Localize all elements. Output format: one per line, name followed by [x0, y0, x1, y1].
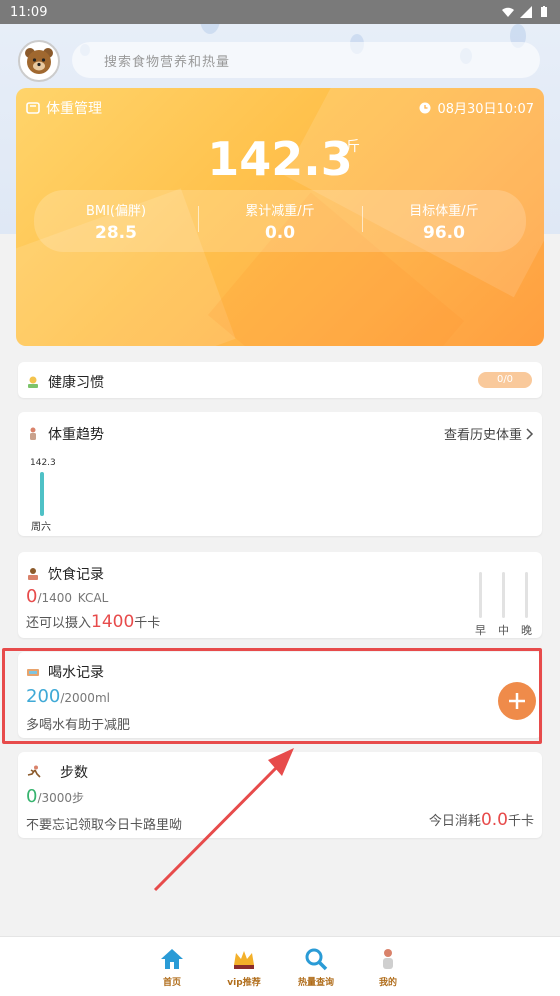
- search-input[interactable]: 搜索食物营养和热量: [72, 42, 540, 78]
- chevron-right-icon: [526, 427, 534, 440]
- search-icon: [305, 948, 328, 971]
- steps-total: /3000步: [37, 791, 85, 805]
- weight-card-title-text: 体重管理: [46, 101, 102, 117]
- diet-unit: KCAL: [77, 591, 109, 605]
- stat-target-label: 目标体重/斤: [409, 203, 479, 219]
- status-icons: [502, 6, 550, 18]
- trend-point-value: 142.3: [30, 458, 56, 468]
- habit-progress-pill: 0/0: [478, 372, 532, 388]
- diet-remaining: 还可以摄入1400千卡: [26, 612, 160, 632]
- weight-card-title: 体重管理: [26, 98, 102, 118]
- view-history-link[interactable]: 查看历史体重: [444, 424, 534, 443]
- stat-bmi: BMI(偏胖) 28.5: [34, 200, 198, 243]
- bear-avatar-icon: [25, 48, 53, 74]
- meal-breakfast[interactable]: 早: [475, 572, 486, 638]
- nav-profile-label: 我的: [378, 978, 397, 988]
- steps-burn-prefix: 今日消耗: [428, 814, 481, 829]
- profile-icon: [383, 949, 393, 969]
- status-bar: 11:09: [0, 0, 560, 24]
- diet-icon: [28, 568, 38, 580]
- diet-record-title-text: 饮食记录: [48, 567, 104, 583]
- weight-card-datetime-text: 08月30日10:07: [437, 102, 534, 117]
- steps-title: 步数: [26, 762, 88, 782]
- meal-lunch[interactable]: 中: [498, 572, 509, 638]
- meal-breakfast-label: 早: [475, 624, 486, 637]
- nav-vip-label: vip推荐: [227, 978, 261, 988]
- view-history-link-text: 查看历史体重: [443, 428, 522, 443]
- weight-trend-card[interactable]: 体重趋势 查看历史体重 142.3 周六: [18, 412, 542, 536]
- water-total: /2000ml: [60, 691, 110, 705]
- water-record-title: 喝水记录: [26, 662, 104, 682]
- diet-remaining-prefix: 还可以摄入: [26, 616, 92, 631]
- steps-burn: 今日消耗0.0千卡: [429, 810, 534, 830]
- meal-dinner[interactable]: 晚: [521, 572, 532, 638]
- home-icon: [161, 949, 183, 969]
- scale-icon: [26, 102, 40, 114]
- stat-target[interactable]: 目标体重/斤 96.0: [362, 200, 526, 243]
- search-placeholder: 搜索食物营养和热量: [104, 54, 231, 70]
- diet-current: 0: [26, 586, 38, 607]
- steps-current: 0: [26, 786, 38, 807]
- water-record-title-text: 喝水记录: [48, 665, 104, 681]
- health-habits-title-text: 健康习惯: [48, 375, 104, 391]
- bottom-nav: 首页 vip推荐 热量查询 我的: [0, 936, 560, 996]
- clock-icon: [419, 102, 431, 113]
- trend-point-day: 周六: [31, 522, 51, 533]
- steps-count: 0/3000步: [26, 786, 84, 807]
- nav-vip[interactable]: vip推荐: [224, 937, 264, 996]
- avatar[interactable]: [18, 40, 60, 82]
- water-record-card[interactable]: 喝水记录 200/2000ml 多喝水有助于减肥: [18, 652, 542, 738]
- water-note: 多喝水有助于减肥: [26, 718, 131, 733]
- meal-progress: 早 中 晚: [475, 572, 532, 638]
- stat-bmi-label: BMI(偏胖): [85, 203, 147, 219]
- weight-management-card[interactable]: 体重管理 08月30日10:07 142.3 斤 BMI(偏胖) 28.5 累计…: [16, 88, 544, 346]
- health-habits-card[interactable]: 健康习惯 0/0: [18, 362, 542, 398]
- running-person-icon: [27, 765, 41, 778]
- habit-icon: [28, 376, 38, 388]
- diet-remaining-value: 1400: [91, 612, 135, 632]
- nav-profile[interactable]: 我的: [368, 937, 408, 996]
- water-amount: 200/2000ml: [26, 686, 110, 707]
- stat-target-value: 96.0: [423, 222, 465, 243]
- add-water-button[interactable]: [498, 682, 536, 720]
- steps-burn-value: 0.0: [480, 810, 508, 830]
- nav-calorie-search-label: 热量查询: [297, 978, 334, 988]
- steps-note: 不要忘记领取今日卡路里呦: [26, 818, 183, 833]
- weight-stats: BMI(偏胖) 28.5 累计减重/斤 0.0 目标体重/斤 96.0: [34, 190, 526, 252]
- nav-calorie-search[interactable]: 热量查询: [296, 937, 336, 996]
- plus-icon: [509, 693, 525, 709]
- meal-lunch-label: 中: [498, 624, 509, 637]
- diet-total: /1400: [37, 591, 73, 605]
- weight-unit: 斤: [346, 139, 360, 155]
- diet-record-title: 饮食记录: [26, 564, 104, 584]
- nav-home[interactable]: 首页: [152, 937, 192, 996]
- meal-dinner-label: 晚: [521, 624, 532, 637]
- stat-lost-label: 累计减重/斤: [245, 203, 315, 219]
- vip-crown-icon: [234, 951, 254, 969]
- trend-bar: [40, 472, 44, 516]
- status-time: 11:09: [10, 4, 48, 20]
- weight-trend-title-text: 体重趋势: [48, 427, 104, 443]
- diet-remaining-unit: 千卡: [134, 616, 161, 631]
- weight-trend-title: 体重趋势: [26, 424, 104, 444]
- stat-lost-value: 0.0: [264, 222, 296, 243]
- wifi-icon: [502, 7, 514, 17]
- steps-burn-unit: 千卡: [507, 814, 534, 829]
- health-habits-title: 健康习惯: [26, 372, 104, 392]
- water-current: 200: [26, 686, 61, 707]
- diet-record-card[interactable]: 饮食记录 0/1400 KCAL 还可以摄入1400千卡 早 中 晚: [18, 552, 542, 638]
- trend-person-icon: [30, 427, 36, 440]
- steps-title-text: 步数: [60, 765, 88, 781]
- weight-card-datetime: 08月30日10:07: [419, 98, 534, 117]
- diet-calories: 0/1400 KCAL: [26, 586, 108, 607]
- water-cup-icon: [27, 669, 39, 676]
- stat-lost: 累计减重/斤 0.0: [198, 200, 362, 243]
- battery-icon: [541, 6, 547, 17]
- signal-icon: [520, 6, 532, 18]
- nav-home-label: 首页: [162, 978, 181, 988]
- stat-bmi-value: 28.5: [95, 222, 137, 243]
- steps-card[interactable]: 步数 0/3000步 不要忘记领取今日卡路里呦 今日消耗0.0千卡: [18, 752, 542, 838]
- current-weight: 142.3: [207, 132, 353, 186]
